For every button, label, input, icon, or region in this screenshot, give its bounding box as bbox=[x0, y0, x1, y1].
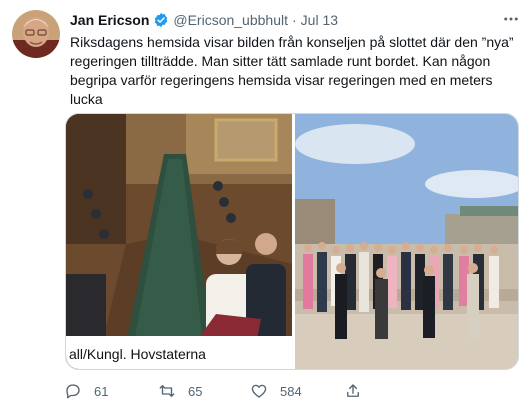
image-caption: all/Kungl. Hovstaterna bbox=[69, 346, 206, 362]
avatar[interactable] bbox=[12, 10, 60, 58]
author-name[interactable]: Jan Ericson bbox=[70, 12, 149, 28]
tweet-date[interactable]: Jul 13 bbox=[301, 12, 338, 28]
photo-cabinet-meeting[interactable] bbox=[66, 114, 292, 369]
retweet-icon bbox=[159, 385, 175, 397]
photo-cabinet-outdoors[interactable] bbox=[295, 114, 518, 369]
tweet-header: Jan Ericson @Ericson_ubbhult · Jul 13 bbox=[70, 11, 338, 29]
tweet[interactable]: Jan Ericson @Ericson_ubbhult · Jul 13 Ri… bbox=[0, 0, 530, 409]
reply-icon bbox=[66, 384, 80, 399]
tweet-text-line: begripa varför regeringens hemsida visar… bbox=[70, 72, 493, 107]
tweet-text-line: Riksdagens hemsida visar bilden från kon… bbox=[70, 34, 514, 50]
like-count: 584 bbox=[280, 383, 302, 399]
like-heart-icon bbox=[251, 384, 267, 398]
retweet-count: 65 bbox=[188, 383, 203, 399]
more-options-icon[interactable] bbox=[500, 8, 522, 30]
tweet-media[interactable]: all/Kungl. Hovstaterna bbox=[65, 113, 519, 370]
tweet-text-line: regeringen tillträdde. Man sitter tätt s… bbox=[70, 53, 491, 69]
reply-button[interactable]: 61 bbox=[64, 380, 108, 402]
reply-count: 61 bbox=[94, 383, 109, 399]
author-handle[interactable]: @Ericson_ubbhult bbox=[173, 12, 288, 28]
tweet-actions: 61 65 584 bbox=[64, 380, 504, 402]
verified-badge-icon bbox=[153, 12, 169, 28]
separator-dot: · bbox=[292, 12, 297, 28]
share-icon bbox=[347, 384, 359, 397]
share-button[interactable] bbox=[344, 380, 374, 402]
like-button[interactable]: 584 bbox=[250, 380, 302, 402]
retweet-button[interactable]: 65 bbox=[158, 380, 202, 402]
